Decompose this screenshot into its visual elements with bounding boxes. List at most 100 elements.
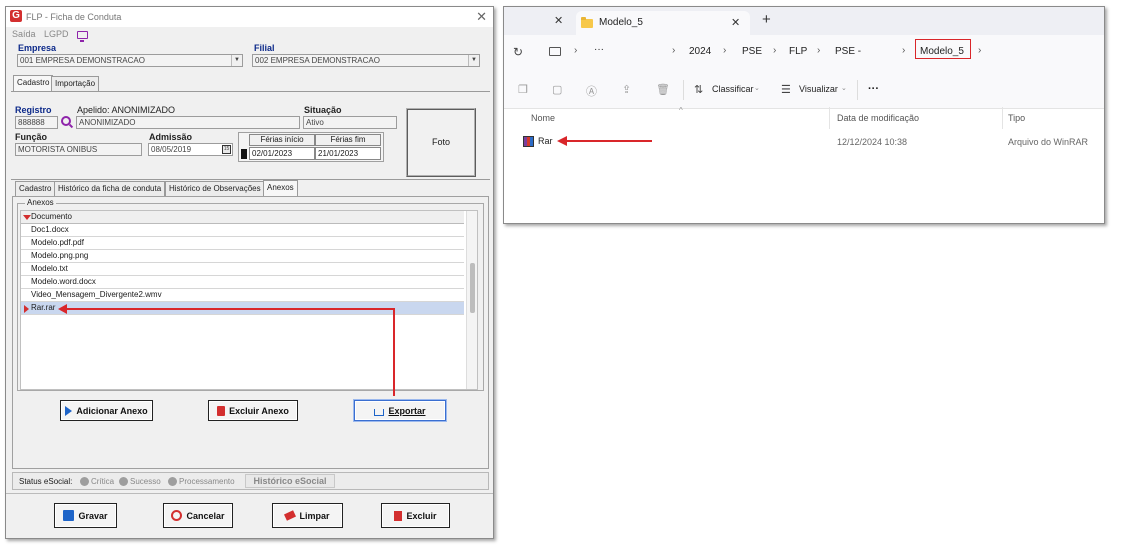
chevron-down-icon[interactable]: ▼ [468,55,479,66]
sucesso-label: Sucesso [130,477,161,486]
file-row[interactable]: Rar 12/12/2024 10:38 Arquivo do WinRAR [520,133,1100,151]
explorer-tab[interactable]: Modelo_5 ✕ [576,11,750,35]
table-row[interactable]: Modelo.png.png [21,250,464,263]
apelido-field[interactable]: ANONIMIZADO [76,116,300,129]
export-icon [374,408,385,416]
ferias-inicio-cell[interactable]: 02/01/2023 [249,147,315,160]
tab-cadastro[interactable]: Cadastro [13,75,54,91]
table-row[interactable]: Modelo.pdf.pdf [21,237,464,250]
row-label: Doc1.docx [31,225,69,234]
calendar-icon[interactable]: 15 [222,145,231,154]
ferias-grid: Férias início Férias fim 02/01/2023 21/0… [238,132,384,162]
breadcrumb-flp[interactable]: FLP [789,46,807,57]
chevron-right-icon: › [672,45,676,56]
table-row[interactable]: Modelo.word.docx [21,276,464,289]
admissao-field[interactable]: 08/05/2019 15 [148,143,233,156]
copy-icon[interactable]: ❐ [518,83,528,96]
ferias-fim-header: Férias fim [315,134,381,146]
close-icon[interactable]: ✕ [731,16,740,29]
monitor-icon[interactable] [77,30,89,42]
column-divider[interactable] [1002,107,1003,129]
vertical-scrollbar[interactable] [466,211,477,389]
gravar-button[interactable]: Gravar [54,503,117,528]
row-indicator-icon [241,149,247,159]
filial-label: Filial [254,43,275,53]
table-row[interactable]: Modelo.txt [21,263,464,276]
foto-box[interactable]: Foto [406,108,476,177]
annotation-arrowhead-icon [58,304,67,314]
close-icon[interactable]: ✕ [476,9,487,25]
explorer-window: ✕ Modelo_5 ✕ + ↻ › ··· › 2024 › PSE › FL… [503,6,1105,224]
delete-icon[interactable]: 🗑 [656,83,670,96]
command-bar: ❐ ▢ Ⓐ ⇪ 🗑 ⇅ Classificar ⌄ ☰ Visualizar ⌄… [504,71,1104,109]
funcao-label: Função [15,132,48,142]
limpar-button[interactable]: Limpar [272,503,343,528]
share-icon[interactable]: ⇪ [622,83,631,96]
annotation-arrow-vertical [393,308,395,396]
paste-icon[interactable]: ▢ [552,83,562,96]
row-label: Modelo.pdf.pdf [31,238,84,247]
empresa-label: Empresa [18,43,57,53]
cancelar-button[interactable]: Cancelar [163,503,233,528]
column-header-nome[interactable]: Nome [531,113,555,123]
refresh-icon[interactable]: ↻ [513,45,523,59]
registro-field[interactable]: 888888 [15,116,58,129]
processamento-label: Processamento [179,477,235,486]
more-options-icon[interactable]: ··· [868,83,879,95]
chevron-right-icon: › [574,45,578,56]
column-header-data[interactable]: Data de modificação [837,113,919,123]
excluir-anexo-button[interactable]: Excluir Anexo [208,400,298,421]
situacao-field: Ativo [303,116,397,129]
cancel-icon [171,510,183,521]
toolbar-divider [857,80,858,100]
gravar-label: Gravar [78,510,108,521]
arrow-right-icon [65,405,73,416]
monitor-icon[interactable] [549,47,561,56]
adicionar-anexo-button[interactable]: Adicionar Anexo [60,400,153,421]
breadcrumb-pse-sub[interactable]: PSE - [835,46,861,57]
empresa-value: 001 EMPRESA DEMONSTRACAO [20,56,145,65]
winrar-icon [523,136,534,147]
visualizar-button[interactable]: Visualizar [799,84,838,94]
row-label: Rar.rar [31,303,56,312]
empresa-select[interactable]: 001 EMPRESA DEMONSTRACAO ▼ [17,54,243,67]
address-row: ↻ › ··· › 2024 › PSE › FLP › PSE - › Mod… [504,35,1104,71]
classificar-button[interactable]: Classificar [712,84,754,94]
exportar-button[interactable]: Exportar [354,400,446,421]
table-row[interactable]: Video_Mensagem_Divergente2.wmv [21,289,464,302]
excluir-button[interactable]: Excluir [381,503,450,528]
file-name: Rar [538,136,553,146]
breadcrumb-2024[interactable]: 2024 [689,46,711,57]
overflow-crumb-icon[interactable]: ··· [594,44,604,55]
menu-saida[interactable]: Saída [12,29,36,39]
historico-esocial-button[interactable]: Histórico eSocial [245,474,335,488]
column-header-tipo[interactable]: Tipo [1008,113,1025,123]
status-dot-icon [119,477,128,486]
new-tab-icon[interactable]: + [762,11,771,28]
ferias-fim-cell[interactable]: 21/01/2023 [315,147,381,160]
tab-importacao[interactable]: Importação [51,76,100,91]
row-pointer-icon [24,305,29,313]
rename-icon[interactable]: Ⓐ [586,83,597,99]
close-tab-icon[interactable]: ✕ [554,14,563,27]
ferias-inicio-header: Férias início [249,134,315,146]
situacao-label: Situação [304,105,342,115]
tab-anexos[interactable]: Anexos [263,180,298,196]
tab-inner-cadastro[interactable]: Cadastro [15,181,56,196]
tab-historico-ficha[interactable]: Histórico da ficha de conduta [54,181,166,196]
admissao-label: Admissão [149,132,193,142]
chevron-down-icon[interactable]: ▼ [231,55,242,66]
tab-historico-observacoes[interactable]: Histórico de Observações [165,181,265,196]
app-logo-icon: G [10,10,22,22]
table-row[interactable]: Doc1.docx [21,224,464,237]
breadcrumb-pse[interactable]: PSE [742,46,762,57]
limpar-label: Limpar [299,510,330,521]
breadcrumb-modelo5[interactable]: Modelo_5 [920,46,964,57]
menu-lgpd[interactable]: LGPD [44,29,69,39]
title-bar: G FLP - Ficha de Conduta ✕ [6,7,493,27]
filial-select[interactable]: 002 EMPRESA DEMONSTRACAO ▼ [252,54,480,67]
column-divider[interactable] [829,107,830,129]
sort-icon: ⇅ [694,84,704,96]
scrollbar-thumb[interactable] [470,263,475,313]
trash-icon [394,510,403,521]
